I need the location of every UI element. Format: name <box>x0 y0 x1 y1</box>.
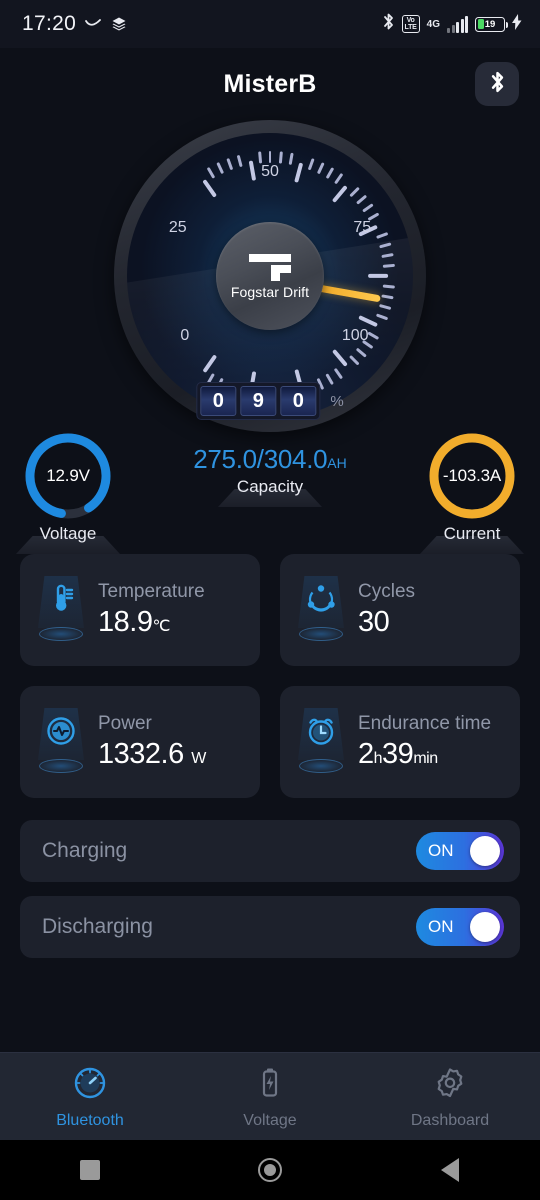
soc-digital-readout: 090 % <box>196 382 344 420</box>
voltage-pedestal: Voltage <box>10 524 126 554</box>
status-bar-right: Vo LTE 4G 19 <box>382 12 522 36</box>
card-endurance-time[interactable]: Endurance time 2h39min <box>280 686 520 798</box>
battery-icon: 19 <box>475 16 509 32</box>
card-temperature[interactable]: Temperature 18.9℃ <box>20 554 260 666</box>
card-value: 2h39min <box>358 738 438 770</box>
card-label: Power <box>98 713 152 734</box>
nav-label: Bluetooth <box>56 1111 124 1129</box>
signal-icon <box>447 15 468 33</box>
bluetooth-icon <box>489 70 506 99</box>
fogstar-logo-icon <box>245 252 295 282</box>
curve-icon <box>85 18 102 30</box>
status-bar-left: 17:20 <box>22 12 127 36</box>
nav-label: Voltage <box>243 1111 297 1129</box>
readout-row: 12.9V Voltage 275.0/304.0AH Capacity -10… <box>0 420 540 554</box>
capacity-label: Capacity <box>236 477 304 496</box>
network-type-label: 4G <box>426 18 440 30</box>
current-readout: -103.3A Current <box>414 430 530 554</box>
capacity-pedestal: Capacity <box>160 477 380 507</box>
voltage-readout: 12.9V Voltage <box>10 430 126 554</box>
capacity-value-row: 275.0/304.0AH <box>160 444 380 475</box>
nav-label: Dashboard <box>410 1111 490 1129</box>
recents-square-icon[interactable] <box>0 1160 180 1180</box>
charging-toggle-state: ON <box>428 841 454 860</box>
toggle-knob <box>470 912 500 942</box>
card-power[interactable]: Power 1332.6 W <box>20 686 260 798</box>
gear-icon <box>431 1064 469 1107</box>
charging-label: Charging <box>42 839 128 862</box>
discharging-toggle-state: ON <box>428 917 454 936</box>
capacity-unit: AH <box>327 455 347 471</box>
toggle-knob <box>470 836 500 866</box>
card-cycles-text: Cycles 30 <box>358 581 415 639</box>
discharging-toggle[interactable]: ON <box>416 908 504 946</box>
system-navigation-bar <box>0 1140 540 1200</box>
brand-name: Fogstar Drift <box>230 283 310 300</box>
gauge-face: 0 25 50 75 100 Fogstar Drift <box>127 133 413 419</box>
layers-icon <box>111 16 127 32</box>
page-title: MisterB <box>223 69 317 98</box>
gauge-tick-label: 0 <box>180 326 190 344</box>
nav-item-dashboard[interactable]: Dashboard <box>360 1064 540 1130</box>
back-triangle-icon[interactable] <box>360 1158 540 1182</box>
voltage-label: Voltage <box>39 524 97 543</box>
thermometer-icon <box>30 574 92 646</box>
soc-digit: 0 <box>280 386 317 416</box>
volte-icon: Vo LTE <box>401 15 420 33</box>
bluetooth-icon <box>382 12 395 36</box>
charging-bolt-icon <box>512 13 522 35</box>
bottom-navigation: Bluetooth Voltage Dashboard <box>0 1052 540 1140</box>
battery-icon <box>251 1064 289 1107</box>
card-value: 30 <box>358 606 390 638</box>
gauge-tick-label: 75 <box>353 218 372 236</box>
metric-cards: Temperature 18.9℃ Cycles 30 Power 1332.6… <box>0 554 540 798</box>
soc-digit: 9 <box>240 386 277 416</box>
nav-item-bluetooth[interactable]: Bluetooth <box>0 1064 180 1130</box>
gauge-icon <box>71 1064 109 1107</box>
charging-row[interactable]: Charging ON <box>20 820 520 882</box>
app-bar: MisterB <box>0 48 540 120</box>
card-endurance-text: Endurance time 2h39min <box>358 713 491 771</box>
card-label: Cycles <box>358 581 416 602</box>
power-pulse-icon <box>30 706 92 778</box>
card-temperature-text: Temperature 18.9℃ <box>98 581 205 639</box>
card-value: 1332.6 W <box>98 738 206 770</box>
switch-rows: Charging ON Discharging ON <box>0 820 540 958</box>
percent-symbol: % <box>330 392 344 410</box>
gauge-tick-label: 25 <box>168 218 187 236</box>
gauge-hub: Fogstar Drift <box>216 222 324 330</box>
cycles-icon <box>290 574 352 646</box>
bluetooth-connect-button[interactable] <box>475 62 519 106</box>
capacity-readout: 275.0/304.0AH Capacity <box>160 444 380 507</box>
current-label: Current <box>443 524 501 543</box>
soc-digit: 0 <box>200 386 237 416</box>
voltage-value: 12.9V <box>46 466 90 485</box>
current-pedestal: Current <box>414 524 530 554</box>
card-value: 18.9℃ <box>98 606 170 638</box>
discharging-row[interactable]: Discharging ON <box>20 896 520 958</box>
current-value: -103.3A <box>442 466 502 485</box>
status-bar: 17:20 Vo LTE 4G 19 <box>0 0 540 48</box>
charging-toggle[interactable]: ON <box>416 832 504 870</box>
card-label: Endurance time <box>358 713 492 734</box>
card-label: Temperature <box>98 581 205 602</box>
soc-gauge: 0 25 50 75 100 Fogstar Drift 090 % <box>0 120 540 432</box>
discharging-label: Discharging <box>42 915 153 938</box>
nav-item-voltage[interactable]: Voltage <box>180 1064 360 1130</box>
capacity-value: 275.0/304.0 <box>193 444 328 474</box>
status-time: 17:20 <box>22 12 77 35</box>
gauge-tick-label: 100 <box>341 326 369 344</box>
voltage-ring: 12.9V <box>22 430 114 522</box>
home-circle-icon[interactable] <box>180 1158 360 1182</box>
gauge-tick-label: 50 <box>261 163 279 180</box>
card-power-text: Power 1332.6 W <box>98 713 206 771</box>
current-ring: -103.3A <box>426 430 518 522</box>
alarm-clock-icon <box>290 706 352 778</box>
card-cycles[interactable]: Cycles 30 <box>280 554 520 666</box>
